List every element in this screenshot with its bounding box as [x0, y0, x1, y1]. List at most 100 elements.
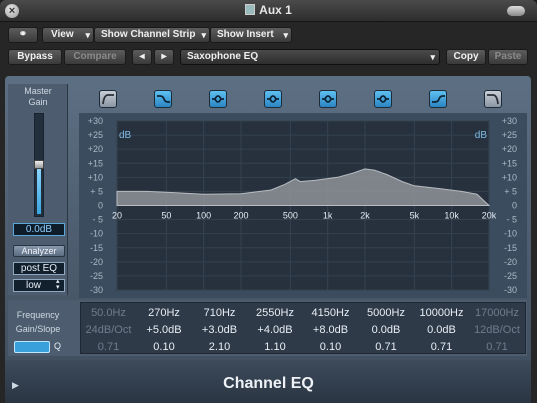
- x-tick-label: 100: [196, 211, 211, 221]
- y-tick-right: 0: [512, 201, 517, 211]
- title-bar: × Aux 1: [0, 0, 537, 22]
- band-7-button[interactable]: [429, 90, 447, 108]
- freq-value-band-7[interactable]: 10000Hz: [414, 307, 469, 319]
- show-channel-strip-label: Show Channel Strip: [101, 29, 196, 40]
- y-tick-left: -25: [90, 271, 103, 281]
- freq-value-band-5[interactable]: 4150Hz: [303, 307, 358, 319]
- band-6-button[interactable]: [374, 90, 392, 108]
- gain-value-band-1[interactable]: 24dB/Oct: [81, 324, 136, 336]
- x-tick-label: 500: [283, 211, 298, 221]
- previous-preset-button[interactable]: ◂: [132, 49, 152, 65]
- show-channel-strip-menu[interactable]: Show Channel Strip: [94, 27, 210, 43]
- parameter-table: 50.0Hz 270Hz 710Hz 2550Hz 4150Hz 5000Hz 10000H…: [80, 302, 526, 354]
- y-tick-left: -15: [90, 243, 103, 253]
- x-tick-label: 1k: [323, 211, 333, 221]
- toolbar-toggle-button[interactable]: [507, 6, 525, 16]
- y-tick-right: + 5: [504, 186, 517, 196]
- gain-value-band-6[interactable]: 0.0dB: [359, 324, 414, 336]
- master-label: Master: [24, 86, 52, 96]
- high-pass-icon: [102, 94, 114, 105]
- q-label: Q: [54, 341, 62, 351]
- y-tick-left: +10: [88, 172, 103, 182]
- preset-name: Saxophone EQ: [187, 51, 259, 62]
- gain-value-band-5[interactable]: +8.0dB: [303, 324, 358, 336]
- gain-value-band-8[interactable]: 12dB/Oct: [470, 324, 525, 336]
- freq-value-band-2[interactable]: 270Hz: [137, 307, 192, 319]
- master-gain-value[interactable]: 0.0dB: [13, 223, 65, 236]
- copy-label: Copy: [453, 51, 479, 62]
- band-5-button[interactable]: [319, 90, 337, 108]
- show-insert-menu[interactable]: Show Insert: [210, 27, 292, 43]
- copy-button[interactable]: Copy: [446, 49, 486, 65]
- y-tick-left: +15: [88, 158, 103, 168]
- band-4-button[interactable]: [264, 90, 282, 108]
- freq-value-band-4[interactable]: 2550Hz: [248, 307, 303, 319]
- peak-icon: [322, 95, 334, 103]
- db-unit-right: dB: [475, 130, 488, 141]
- q-value-band-1[interactable]: 0.71: [81, 341, 136, 353]
- peak-icon: [267, 95, 279, 103]
- q-value-band-6[interactable]: 0.71: [359, 341, 414, 353]
- resolution-value: low: [26, 280, 42, 291]
- master-gain-slider[interactable]: [34, 113, 44, 217]
- compare-button[interactable]: Compare: [64, 49, 126, 65]
- resolution-select[interactable]: low: [13, 279, 65, 292]
- q-couple-icon[interactable]: [14, 341, 50, 353]
- freq-value-band-8[interactable]: 17000Hz: [470, 307, 525, 319]
- channel-icon: [245, 4, 256, 15]
- bypass-button[interactable]: Bypass: [8, 49, 62, 65]
- preset-menu[interactable]: Saxophone EQ: [180, 49, 440, 65]
- plugin-window: × Aux 1 ⚭ View Show Channel Strip Show I…: [0, 0, 537, 403]
- x-tick-label: 2k: [360, 211, 370, 221]
- peak-icon: [212, 95, 224, 103]
- x-tick-label: 200: [233, 211, 248, 221]
- q-value-band-4[interactable]: 1.10: [248, 341, 303, 353]
- gain-value-band-3[interactable]: +3.0dB: [192, 324, 247, 336]
- analyzer-button[interactable]: Analyzer: [13, 245, 65, 257]
- gain-value-band-7[interactable]: 0.0dB: [414, 324, 469, 336]
- paste-button[interactable]: Paste: [488, 49, 528, 65]
- low-shelf-icon: [157, 95, 170, 103]
- q-value-band-2[interactable]: 0.10: [137, 341, 192, 353]
- freq-value-band-1[interactable]: 50.0Hz: [81, 307, 136, 319]
- gain-value-band-4[interactable]: +4.0dB: [248, 324, 303, 336]
- q-value-band-5[interactable]: 0.10: [303, 341, 358, 353]
- y-tick-right: -30: [504, 285, 517, 295]
- gain-value-band-2[interactable]: +5.0dB: [137, 324, 192, 336]
- y-tick-right: -20: [504, 257, 517, 267]
- gain-slope-label: Gain/Slope: [15, 324, 61, 334]
- band-1-button[interactable]: [99, 90, 117, 108]
- compare-label: Compare: [73, 51, 117, 62]
- x-tick-label: 20k: [482, 211, 497, 221]
- band-8-button[interactable]: [484, 90, 502, 108]
- low-pass-icon: [487, 94, 499, 105]
- freq-value-band-6[interactable]: 5000Hz: [359, 307, 414, 319]
- band-2-button[interactable]: [154, 90, 172, 108]
- link-button[interactable]: ⚭: [8, 27, 38, 43]
- band-buttons: [70, 88, 530, 114]
- y-tick-left: + 5: [90, 186, 103, 196]
- next-preset-button[interactable]: ▸: [154, 49, 174, 65]
- eq-graph[interactable]: +30 +30 +25 +25 +20 +20 +15 +15 +10 +10 + 5 + 5 0 0 - …: [79, 113, 527, 298]
- y-tick-left: -10: [90, 229, 103, 239]
- bypass-label: Bypass: [17, 51, 53, 62]
- gain-label: Gain: [28, 97, 48, 107]
- analyzer-mode-select[interactable]: post EQ: [13, 262, 65, 275]
- show-insert-label: Show Insert: [217, 29, 274, 40]
- q-value-band-8[interactable]: 0.71: [470, 341, 525, 353]
- y-tick-left: 0: [98, 201, 103, 211]
- q-value-band-3[interactable]: 2.10: [192, 341, 247, 353]
- y-tick-right: +25: [502, 130, 517, 140]
- y-tick-right: +15: [502, 158, 517, 168]
- freq-value-band-3[interactable]: 710Hz: [192, 307, 247, 319]
- band-3-button[interactable]: [209, 90, 227, 108]
- y-tick-left: +30: [88, 116, 103, 126]
- q-value-band-7[interactable]: 0.71: [414, 341, 469, 353]
- y-tick-left: -30: [90, 285, 103, 295]
- master-gain-thumb[interactable]: [34, 160, 44, 169]
- view-menu[interactable]: View: [42, 27, 94, 43]
- y-tick-right: -10: [504, 229, 517, 239]
- y-tick-left: -20: [90, 257, 103, 267]
- peak-icon: [377, 95, 389, 103]
- y-tick-right: -25: [504, 271, 517, 281]
